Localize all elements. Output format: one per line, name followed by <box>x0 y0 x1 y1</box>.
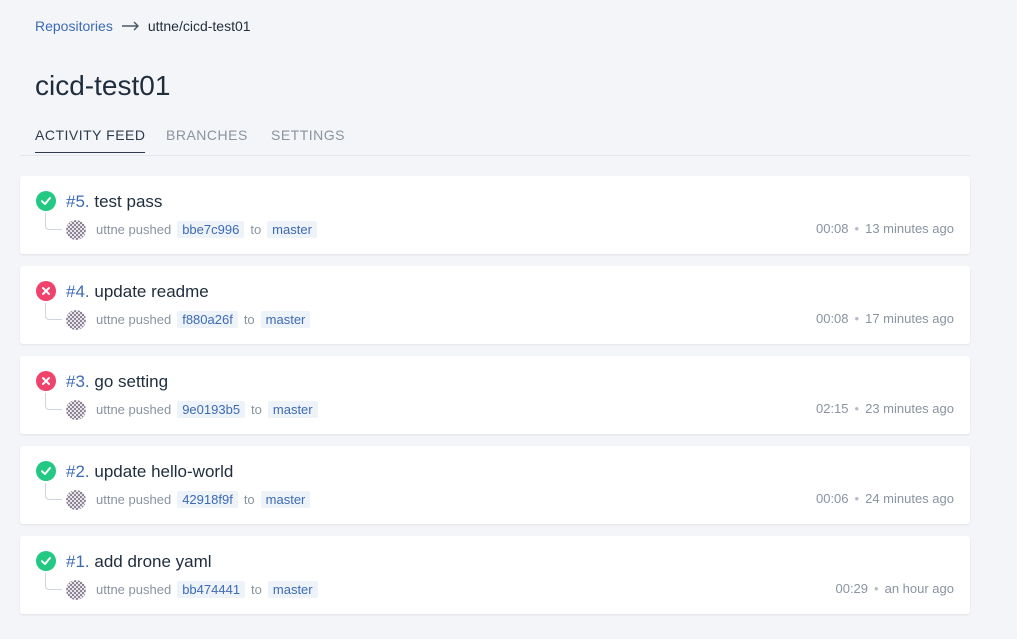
build-message: update hello-world <box>94 462 234 481</box>
breadcrumb-current: uttne/cicd-test01 <box>147 18 251 34</box>
connector-line <box>45 303 62 320</box>
build-title: #3. go setting <box>66 372 168 392</box>
connector-line <box>45 393 62 410</box>
branch-chip[interactable]: master <box>267 581 318 598</box>
connector-line <box>45 483 62 500</box>
to-label: to <box>250 222 262 237</box>
author-name: uttne <box>96 402 125 417</box>
build-action: pushed <box>128 312 172 327</box>
build-title: #5. test pass <box>66 192 162 212</box>
connector-line <box>45 213 62 230</box>
tab-activity-feed[interactable]: ACTIVITY FEED <box>35 127 146 153</box>
build-duration: 00:08 <box>815 221 849 236</box>
build-duration: 00:08 <box>815 311 849 326</box>
build-number: #1. <box>66 552 90 571</box>
branch-chip[interactable]: master <box>267 401 318 418</box>
tab-branches[interactable]: BRANCHES <box>166 127 248 152</box>
build-meta: uttne pushed 42918f9f to master <box>96 491 315 508</box>
separator-dot: • <box>854 221 860 236</box>
commit-chip[interactable]: bb474441 <box>177 581 246 598</box>
avatar <box>66 490 86 510</box>
build-action: pushed <box>128 492 172 507</box>
check-icon <box>36 551 56 571</box>
build-title: #2. update hello-world <box>66 462 233 482</box>
avatar <box>66 580 86 600</box>
build-card[interactable]: #5. test pass uttne pushed bbe7c996 to mast… <box>20 176 970 254</box>
avatar <box>66 220 86 240</box>
branch-chip[interactable]: master <box>260 491 311 508</box>
author-name: uttne <box>96 312 125 327</box>
separator-dot: • <box>854 401 860 416</box>
build-timing: 02:15 • 23 minutes ago <box>816 401 954 416</box>
build-number: #3. <box>66 372 90 391</box>
build-meta: uttne pushed f880a26f to master <box>96 311 315 328</box>
author-name: uttne <box>96 492 125 507</box>
tab-settings[interactable]: SETTINGS <box>271 127 345 152</box>
build-number: #5. <box>66 192 90 211</box>
build-meta: uttne pushed bbe7c996 to master <box>96 221 322 238</box>
breadcrumb: Repositories uttne/cicd-test01 <box>35 18 251 34</box>
to-label: to <box>251 402 262 417</box>
to-label: to <box>243 312 255 327</box>
separator-dot: • <box>874 581 879 596</box>
build-time-ago: 13 minutes ago <box>865 221 954 236</box>
avatar <box>66 310 86 330</box>
to-label: to <box>243 492 255 507</box>
build-time-ago: 24 minutes ago <box>865 491 954 506</box>
build-timing: 00:06 • 24 minutes ago <box>816 491 954 506</box>
build-duration: 00:29 <box>835 581 869 596</box>
build-title: #1. add drone yaml <box>66 552 212 572</box>
author-name: uttne <box>96 582 125 597</box>
x-icon <box>36 281 56 301</box>
build-timing: 00:29 • an hour ago <box>835 581 954 596</box>
build-time-ago: 17 minutes ago <box>865 311 954 326</box>
x-icon <box>36 371 56 391</box>
build-timing: 00:08 • 13 minutes ago <box>816 221 954 236</box>
activity-feed: #5. test pass uttne pushed bbe7c996 to mast… <box>20 176 970 626</box>
build-meta: uttne pushed 9e0193b5 to master <box>96 401 323 418</box>
separator-dot: • <box>854 311 860 326</box>
to-label: to <box>251 582 262 597</box>
commit-chip[interactable]: f880a26f <box>177 311 238 328</box>
build-number: #2. <box>66 462 90 481</box>
build-message: go setting <box>94 372 169 391</box>
breadcrumb-repositories-link[interactable]: Repositories <box>35 18 113 34</box>
branch-chip[interactable]: master <box>267 221 317 238</box>
build-message: test pass <box>94 192 163 211</box>
build-card[interactable]: #1. add drone yaml uttne pushed bb474441 t… <box>20 536 970 614</box>
check-icon <box>36 191 56 211</box>
build-card[interactable]: #2. update hello-world uttne pushed 42918… <box>20 446 970 524</box>
build-card[interactable]: #3. go setting uttne pushed 9e0193b5 to mas… <box>20 356 970 434</box>
build-action: pushed <box>128 402 172 417</box>
commit-chip[interactable]: 42918f9f <box>177 491 238 508</box>
check-icon <box>36 461 56 481</box>
build-timing: 00:08 • 17 minutes ago <box>816 311 954 326</box>
commit-chip[interactable]: bbe7c996 <box>177 221 245 238</box>
branch-chip[interactable]: master <box>260 311 311 328</box>
build-title: #4. update readme <box>66 282 209 302</box>
avatar <box>66 400 86 420</box>
build-action: pushed <box>128 222 172 237</box>
build-time-ago: an hour ago <box>884 581 954 596</box>
build-message: update readme <box>94 282 209 301</box>
arrow-right-icon <box>121 21 140 31</box>
commit-chip[interactable]: 9e0193b5 <box>177 401 246 418</box>
build-number: #4. <box>66 282 90 301</box>
build-meta: uttne pushed bb474441 to master <box>96 581 323 598</box>
connector-line <box>45 573 62 590</box>
build-message: add drone yaml <box>94 552 212 571</box>
build-time-ago: 23 minutes ago <box>865 401 954 416</box>
separator-dot: • <box>854 491 860 506</box>
build-duration: 00:06 <box>815 491 849 506</box>
build-action: pushed <box>128 582 172 597</box>
author-name: uttne <box>96 222 125 237</box>
tab-bar: ACTIVITY FEED BRANCHES SETTINGS <box>20 115 970 156</box>
build-duration: 02:15 <box>815 401 849 416</box>
page-title: cicd-test01 <box>35 70 171 101</box>
build-card[interactable]: #4. update readme uttne pushed f880a26f to… <box>20 266 970 344</box>
